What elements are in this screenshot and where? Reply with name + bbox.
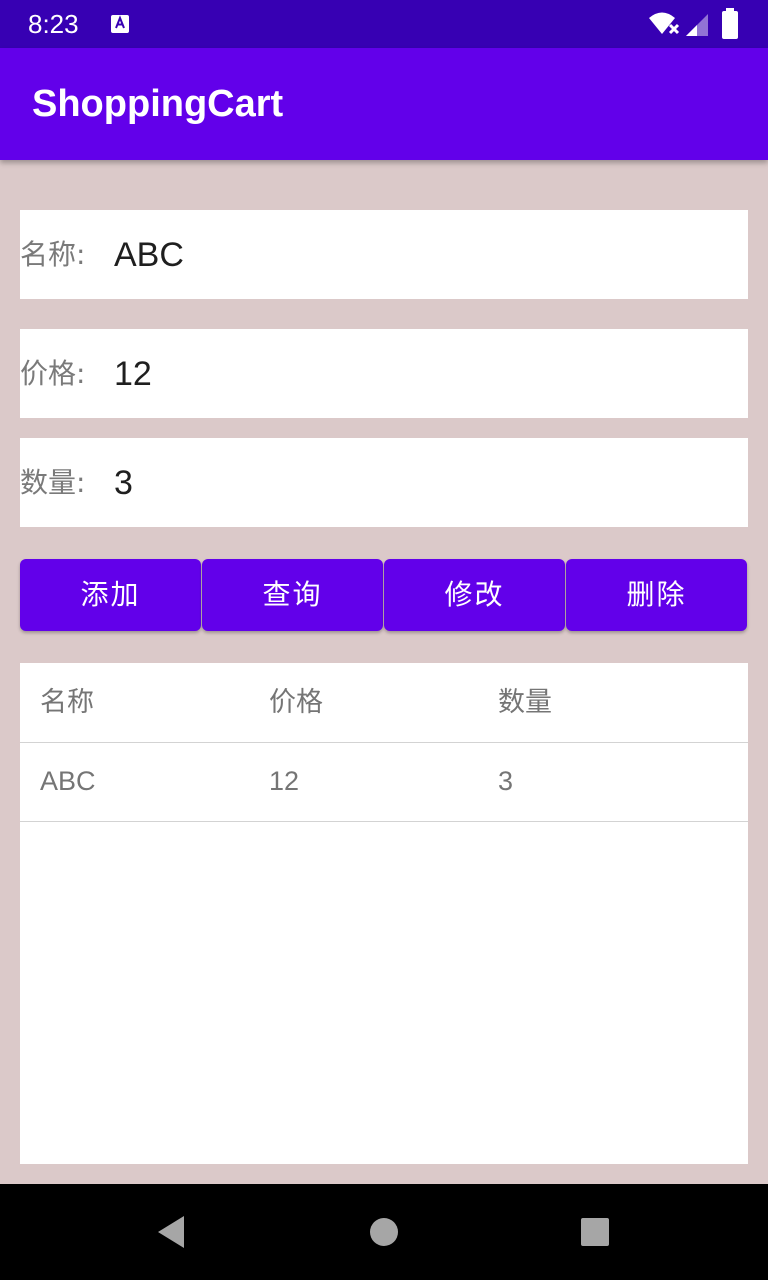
- status-bar: 8:23: [0, 0, 768, 48]
- app-a-icon: [111, 15, 129, 33]
- home-circle-icon[interactable]: [369, 1217, 399, 1247]
- query-button[interactable]: 查询: [202, 559, 383, 631]
- wifi-no-internet-icon: [649, 12, 680, 35]
- price-field-row: 价格: 12: [20, 329, 748, 418]
- row-name-cell: ABC: [40, 766, 96, 796]
- price-input[interactable]: 12: [114, 352, 724, 396]
- name-input[interactable]: ABC: [114, 233, 724, 277]
- app-bar: ShoppingCart: [0, 48, 768, 160]
- quantity-input[interactable]: 3: [114, 461, 724, 505]
- table-header-row: 名称 价格 数量: [20, 663, 748, 743]
- recents-square-icon[interactable]: [580, 1217, 610, 1247]
- add-button[interactable]: 添加: [20, 559, 201, 631]
- header-name: 名称: [40, 687, 94, 717]
- results-table: 名称 价格 数量 ABC 12 3: [20, 663, 748, 1164]
- header-quantity: 数量: [498, 687, 552, 717]
- quantity-label: 数量:: [20, 466, 86, 499]
- app-title: ShoppingCart: [32, 83, 284, 125]
- back-triangle-icon[interactable]: [156, 1214, 186, 1250]
- battery-full-icon: [722, 8, 738, 39]
- cell-signal-icon: [686, 14, 708, 36]
- modify-button[interactable]: 修改: [384, 559, 565, 631]
- delete-button[interactable]: 删除: [566, 559, 747, 631]
- quantity-field-row: 数量: 3: [20, 438, 748, 527]
- header-price: 价格: [269, 687, 323, 717]
- name-field-row: 名称: ABC: [20, 210, 748, 299]
- table-row[interactable]: ABC 12 3: [20, 742, 748, 822]
- row-price-cell: 12: [269, 766, 300, 796]
- price-label: 价格:: [20, 357, 86, 390]
- status-time: 8:23: [28, 9, 79, 39]
- row-quantity-cell: 3: [498, 766, 514, 796]
- name-label: 名称:: [20, 238, 86, 271]
- navigation-bar: [0, 1184, 768, 1280]
